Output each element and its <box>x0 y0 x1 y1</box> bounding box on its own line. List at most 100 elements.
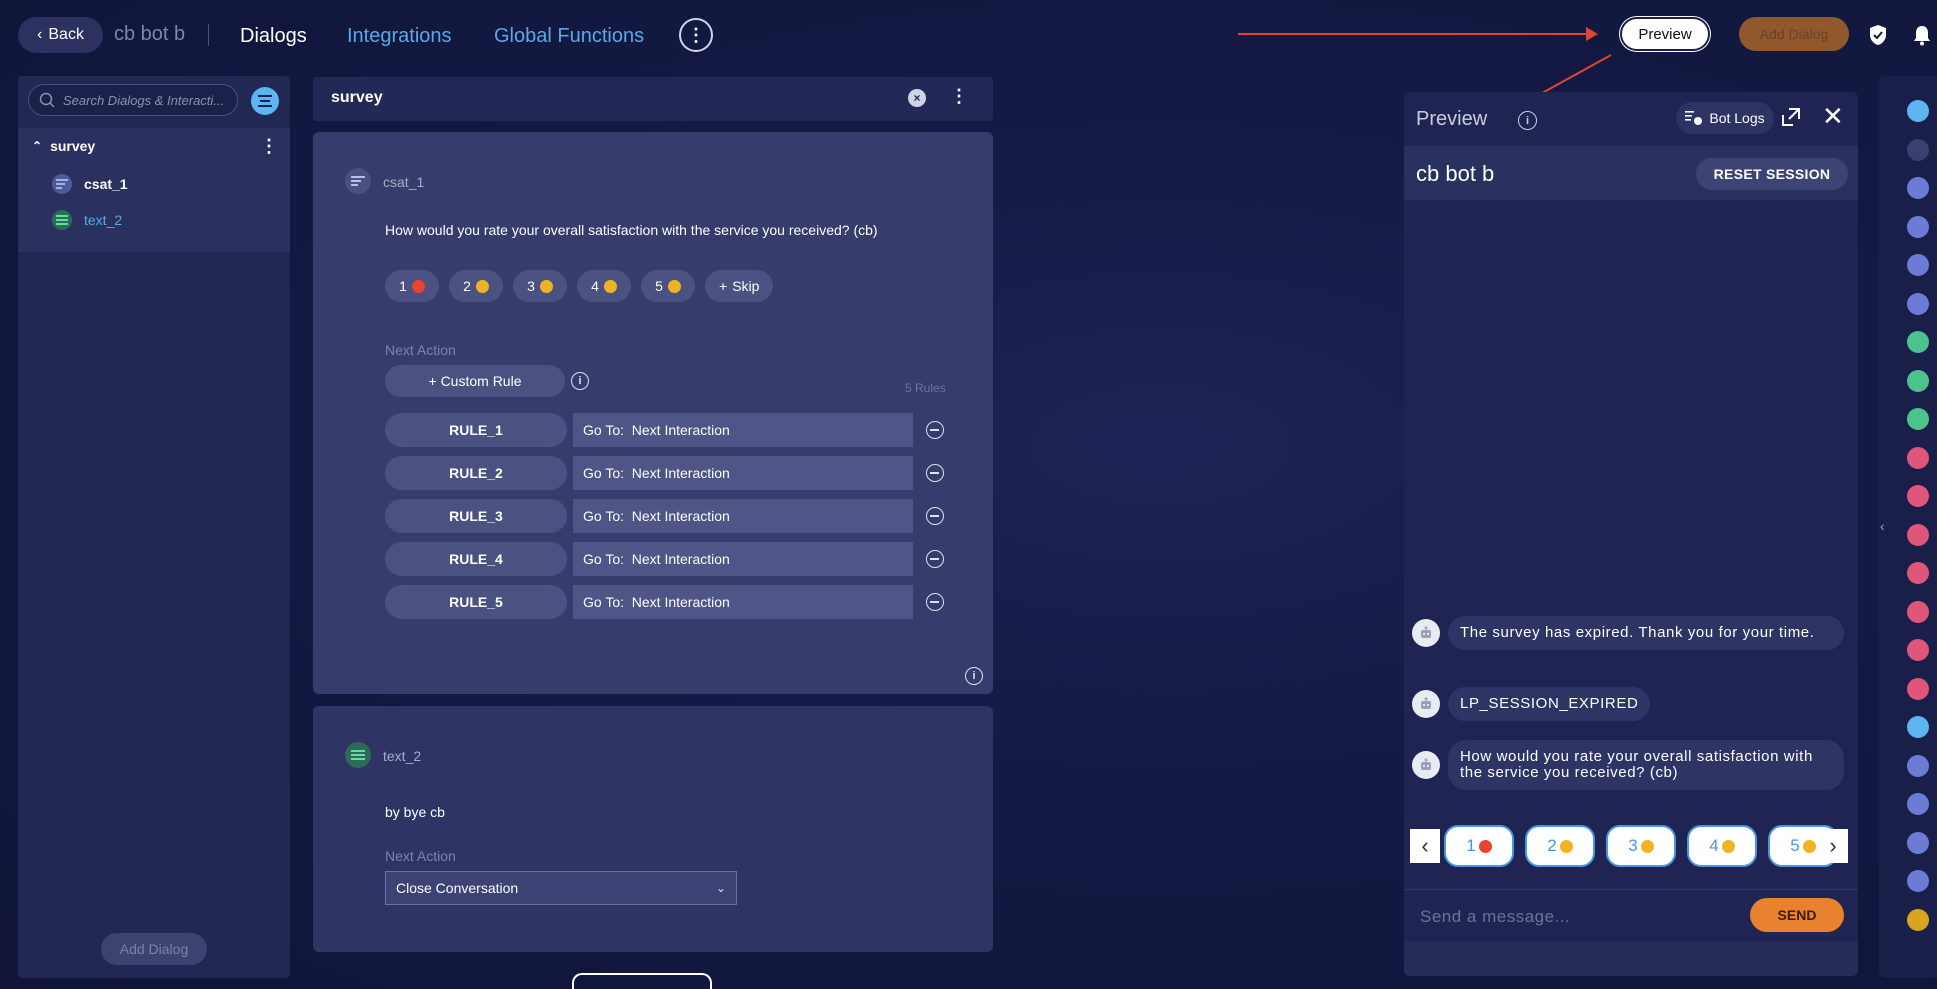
nav-global-functions[interactable]: Global Functions <box>494 25 644 48</box>
csat-interaction-card[interactable]: csat_1 How would you rate your overall s… <box>313 132 993 694</box>
preview-quick-reply-3[interactable]: 3 <box>1606 825 1676 867</box>
form-icon[interactable] <box>1907 639 1929 661</box>
rule-name-button[interactable]: RULE_5 <box>385 585 567 619</box>
preview-footer <box>1404 942 1858 976</box>
rule-goto-field[interactable]: Go To: Next Interaction <box>573 456 913 490</box>
preview-quick-reply-4[interactable]: 4 <box>1687 825 1757 867</box>
text-message[interactable]: by bye cb <box>385 804 445 820</box>
csat-icon <box>345 168 371 194</box>
bot-logs-button[interactable]: Bot Logs <box>1676 102 1774 134</box>
expand-icon[interactable] <box>1780 106 1802 128</box>
dialog-group-header[interactable]: ⌃ survey <box>32 138 95 154</box>
rule-name-button[interactable]: RULE_4 <box>385 542 567 576</box>
quick-reply-1[interactable]: 1 <box>385 270 439 302</box>
quick-reply-label: 3 <box>1628 836 1638 855</box>
info-icon[interactable]: i <box>965 667 983 685</box>
rules-count: 5 Rules <box>905 381 946 395</box>
quick-reply-5[interactable]: 5 <box>641 270 695 302</box>
skip-button[interactable]: + Skip <box>705 270 774 302</box>
close-icon[interactable]: ✕ <box>1822 103 1844 129</box>
question-icon[interactable] <box>1907 485 1929 507</box>
quick-reply-label: 1 <box>399 278 407 294</box>
nav-dialogs[interactable]: Dialogs <box>240 25 307 48</box>
rule-goto-field[interactable]: Go To: Next Interaction <box>573 499 913 533</box>
search-box[interactable] <box>28 84 238 116</box>
text-icon <box>345 742 371 768</box>
back-button[interactable]: ‹ Back <box>18 17 103 53</box>
nav-integrations[interactable]: Integrations <box>347 25 452 48</box>
record-icon[interactable] <box>1907 446 1929 469</box>
rule-goto-field[interactable]: Go To: Next Interaction <box>573 585 913 619</box>
close-circle-icon[interactable]: × <box>908 89 926 107</box>
text-icon[interactable] <box>1907 331 1929 353</box>
remove-rule-icon[interactable] <box>926 507 944 525</box>
grid-icon[interactable] <box>1907 215 1929 238</box>
add-dialog-sidebar-button[interactable]: Add Dialog <box>101 933 207 965</box>
angry-face-icon <box>411 279 425 293</box>
chevron-right-icon[interactable]: › <box>1818 829 1848 863</box>
chevron-left-icon[interactable]: ‹ <box>1880 518 1885 534</box>
calendar-icon[interactable] <box>1907 677 1929 700</box>
more-options-button[interactable]: ⋮ <box>679 18 713 52</box>
chat-icon[interactable] <box>1907 793 1929 815</box>
quick-reply-2[interactable]: 2 <box>449 270 503 302</box>
remove-rule-icon[interactable] <box>926 593 944 611</box>
remove-rule-icon[interactable] <box>926 550 944 568</box>
faq-icon[interactable] <box>1907 831 1929 854</box>
card-icon[interactable] <box>1907 523 1929 546</box>
remove-rule-icon[interactable] <box>926 421 944 439</box>
preview-quick-reply-2[interactable]: 2 <box>1525 825 1595 867</box>
annotation-arrowhead <box>1586 27 1598 41</box>
add-dialog-button[interactable]: Add Dialog <box>1739 17 1849 51</box>
add-interaction-stub[interactable] <box>572 973 712 989</box>
message-input[interactable] <box>1420 902 1720 932</box>
menu-icon[interactable] <box>1907 138 1929 161</box>
reset-session-button[interactable]: RESET SESSION <box>1696 158 1848 190</box>
goto-prefix: Go To: <box>583 594 624 610</box>
text-interaction-card[interactable]: text_2 by bye cb Next Action Close Conve… <box>313 706 993 952</box>
bolt-icon[interactable] <box>1907 600 1929 623</box>
preview-quick-reply-1[interactable]: 1 <box>1444 825 1514 867</box>
rule-name-button[interactable]: RULE_1 <box>385 413 567 447</box>
question-icon[interactable] <box>1907 292 1929 315</box>
coin-icon[interactable] <box>1907 908 1929 931</box>
chat-bubble-icon[interactable] <box>1907 100 1929 122</box>
sidebar-item-csat_1[interactable]: csat_1 <box>52 174 128 194</box>
quick-reply-3[interactable]: 3 <box>513 270 567 302</box>
send-button[interactable]: SEND <box>1750 898 1844 932</box>
rule-name-button[interactable]: RULE_2 <box>385 456 567 490</box>
link-icon[interactable] <box>1907 408 1929 430</box>
payment-icon[interactable] <box>1907 754 1929 777</box>
shield-icon[interactable] <box>1868 24 1888 46</box>
next-action-value: Close Conversation <box>396 880 519 896</box>
list-icon[interactable] <box>1907 562 1929 584</box>
cloud-icon[interactable] <box>1907 716 1929 738</box>
info-icon[interactable]: i <box>571 372 589 390</box>
search-input[interactable] <box>63 92 233 108</box>
bolt-icon[interactable] <box>1907 254 1929 276</box>
quick-reply-4[interactable]: 4 <box>577 270 631 302</box>
list-view-toggle[interactable] <box>251 87 279 115</box>
rule-goto-field[interactable]: Go To: Next Interaction <box>573 542 913 576</box>
bot-icon[interactable] <box>1907 870 1929 892</box>
list-icon[interactable] <box>1907 177 1929 199</box>
dialog-group-menu-button[interactable]: ⋮ <box>260 136 278 157</box>
custom-rule-button[interactable]: + Custom Rule <box>385 365 565 397</box>
sidebar-item-text_2[interactable]: text_2 <box>52 210 122 230</box>
info-icon[interactable]: i <box>1518 111 1537 130</box>
preview-button[interactable]: Preview <box>1620 17 1710 51</box>
rule-goto-field[interactable]: Go To: Next Interaction <box>573 413 913 447</box>
rule-name-button[interactable]: RULE_3 <box>385 499 567 533</box>
bell-icon[interactable] <box>1912 24 1932 46</box>
rule-row: RULE_3 Go To: Next Interaction <box>385 499 945 533</box>
preview-panel: Preview i Bot Logs ✕ cb bot b RESET SESS… <box>1404 92 1858 976</box>
dialog-menu-button[interactable]: ⋮ <box>950 86 968 107</box>
dialog-tree-group: ⌃ survey ⋮ csat_1 text_2 <box>18 128 290 252</box>
image-icon[interactable] <box>1907 369 1929 392</box>
remove-rule-icon[interactable] <box>926 464 944 482</box>
next-action-select[interactable]: Close Conversation ⌄ <box>385 871 737 905</box>
dialog-header: survey × ⋮ <box>313 77 993 121</box>
csat-question[interactable]: How would you rate your overall satisfac… <box>385 222 878 238</box>
chevron-left-icon[interactable]: ‹ <box>1410 829 1440 863</box>
quick-reply-carousel: ‹ 1 2 3 4 5 › <box>1410 824 1852 870</box>
